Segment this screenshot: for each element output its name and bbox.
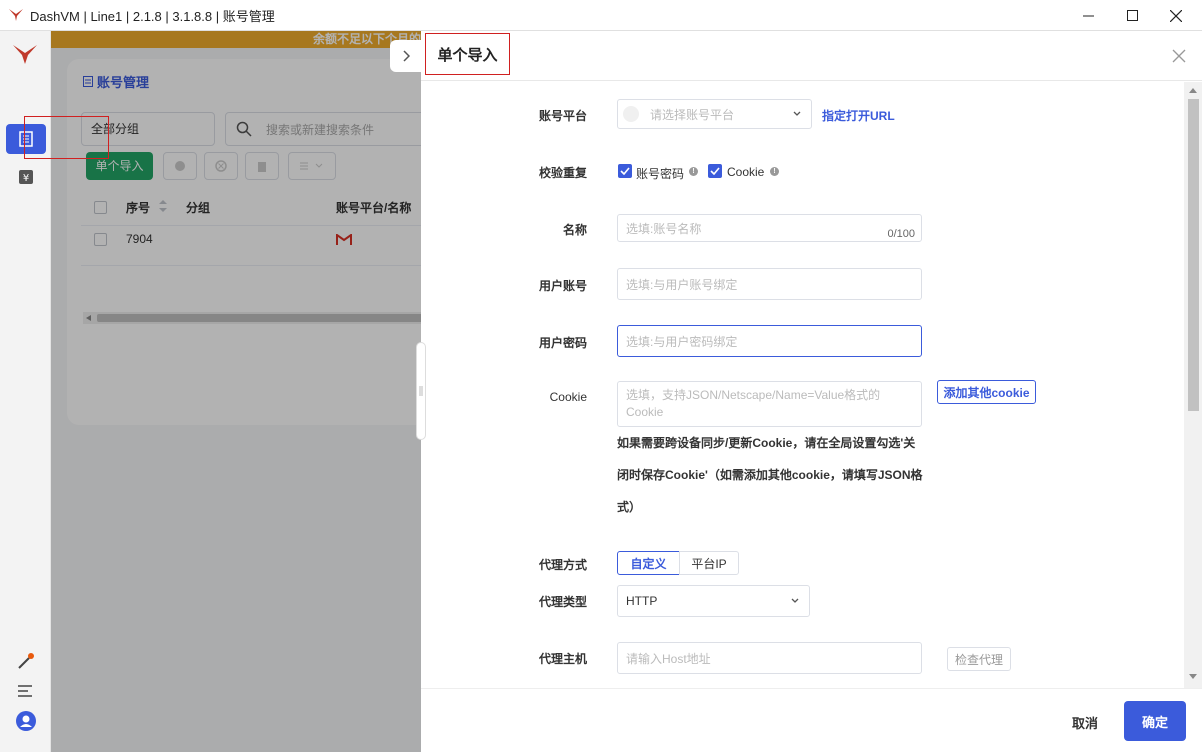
drawer-title: 单个导入 [425,33,510,75]
info-icon[interactable]: ! [770,167,779,176]
proxy-host-label: 代理主机 [538,652,587,666]
cookie-hint-line2: 闭时保存Cookie'（如需添加其他cookie，请填写JSON格 [617,468,923,482]
dedupe-label: 校验重复 [538,166,587,180]
import-drawer: 单个导入 账号平台 请选择账号平台 指定打开URL 校验重复 账号密码 ! Co… [421,31,1202,752]
cookie-hint-line1: 如果需要跨设备同步/更新Cookie，请在全局设置勾选'关 [617,436,916,450]
drawer-header: 单个导入 [421,31,1202,81]
check-proxy-button[interactable]: 检查代理 [947,647,1011,671]
chevron-down-icon [791,598,799,603]
cookie-label: Cookie [549,390,587,404]
chevron-down-icon [793,111,801,116]
annotation-highlight [24,116,109,159]
resize-handle[interactable] [416,342,426,440]
nav-billing-icon[interactable]: ¥ [6,162,46,192]
name-input[interactable]: 选填:账号名称 0/100 [617,214,922,242]
scroll-up-icon[interactable] [1189,88,1197,93]
dedupe-cookie-label: Cookie [727,165,765,179]
platform-select[interactable]: 请选择账号平台 [617,99,812,129]
vertical-scrollbar[interactable] [1184,82,1202,688]
drawer-footer: 取消 确定 [421,688,1202,752]
proxy-mode-platform-ip[interactable]: 平台IP [679,551,739,575]
window-titlebar: DashVM | Line1 | 2.1.8 | 3.1.8.8 | 账号管理 [0,0,1202,31]
app-logo-icon [9,9,23,21]
user-password-label: 用户密码 [538,336,587,350]
proxy-mode-custom[interactable]: 自定义 [617,551,680,575]
chevron-right-icon[interactable] [390,40,422,72]
close-icon[interactable] [1154,0,1198,31]
platform-placeholder-icon [623,106,639,122]
dedupe-account-checkbox[interactable] [618,164,632,178]
specify-url-link[interactable]: 指定打开URL [822,107,895,124]
user-account-label: 用户账号 [538,279,587,293]
window-title: DashVM | Line1 | 2.1.8 | 3.1.8.8 | 账号管理 [30,8,275,24]
scroll-down-icon[interactable] [1189,674,1197,679]
info-icon[interactable]: ! [689,167,698,176]
proxy-type-select[interactable]: HTTP [617,585,810,617]
user-avatar-icon[interactable] [16,711,36,734]
name-counter: 0/100 [887,228,915,240]
maximize-icon[interactable] [1110,0,1154,31]
close-icon[interactable] [1172,47,1186,68]
proxy-type-label: 代理类型 [538,595,587,609]
proxy-host-input[interactable]: 请输入Host地址 [617,642,922,674]
user-account-input[interactable]: 选填:与用户账号绑定 [617,268,922,300]
add-cookie-button[interactable]: 添加其他cookie [937,380,1036,404]
platform-label: 账号平台 [538,109,587,123]
cookie-textarea[interactable]: 选填，支持JSON/Netscape/Name=Value格式的Cookie [617,381,922,427]
user-password-input[interactable]: 选填:与用户密码绑定 [617,325,922,357]
name-label: 名称 [562,223,587,237]
brand-logo-icon [13,45,37,64]
cookie-hint-line3: 式） [617,500,642,514]
scrollbar-thumb[interactable] [1188,99,1199,411]
edit-icon[interactable] [16,653,34,674]
svg-text:¥: ¥ [23,173,29,184]
minimize-icon[interactable] [1066,0,1110,31]
dedupe-cookie-checkbox[interactable] [708,164,722,178]
dedupe-account-label: 账号密码 [636,167,685,181]
drawer-form: 账号平台 请选择账号平台 指定打开URL 校验重复 账号密码 ! Cookie … [421,82,1184,688]
confirm-button[interactable]: 确定 [1124,701,1186,741]
proxy-mode-label: 代理方式 [538,558,587,572]
cancel-button[interactable]: 取消 [1072,713,1098,732]
settings-sliders-icon[interactable] [16,683,34,702]
